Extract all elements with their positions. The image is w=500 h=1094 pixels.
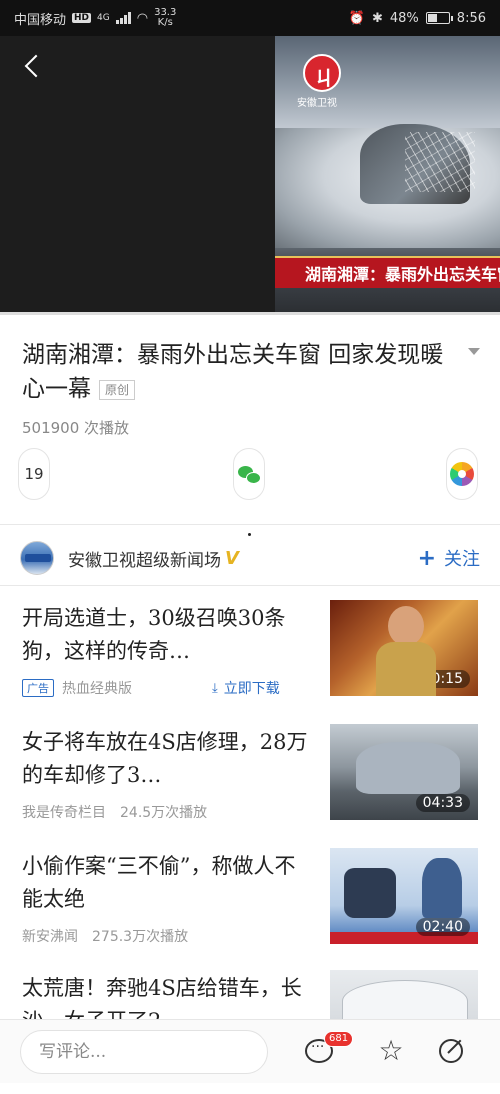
feed-source: 我是传奇栏目 xyxy=(22,805,106,821)
feed-item[interactable]: 小偷作案“三不偷”，称做人不能太绝 新安沸闻 275.3万次播放 02:40 xyxy=(0,848,500,972)
video-progress-bar[interactable] xyxy=(0,312,500,315)
channel-name[interactable]: 安徽卫视超级新闻场 xyxy=(68,546,221,571)
carrier-name: 中国移动 xyxy=(14,12,67,28)
plus-icon: + xyxy=(417,545,436,571)
feed-plays: 24.5万次播放 xyxy=(120,805,208,821)
feed-thumbnail[interactable]: 04:33 xyxy=(330,724,478,820)
feed-plays: 275.3万次播放 xyxy=(92,929,189,945)
like-count: 19 xyxy=(24,465,44,483)
expand-arrow-icon[interactable] xyxy=(468,348,480,355)
share-wechat-button[interactable] xyxy=(233,448,265,500)
comments-button[interactable]: 681 xyxy=(302,1031,354,1068)
video-duration: 04:33 xyxy=(415,794,470,812)
speed-unit: K/s xyxy=(157,17,173,28)
feed-meta: 广告 热血经典版 xyxy=(22,678,132,698)
broken-glass xyxy=(405,132,475,192)
battery-percent: 48% xyxy=(389,10,419,26)
network-speed: 33.3 K/s xyxy=(154,8,176,28)
network-type: 4G xyxy=(97,13,110,23)
share-button[interactable] xyxy=(436,1034,470,1068)
station-mark: 安徽卫视 xyxy=(297,98,337,109)
alarm-icon: ⏰ xyxy=(348,10,365,26)
feed-thumbnail[interactable]: 02:40 xyxy=(330,848,478,944)
follow-label: 关注 xyxy=(444,549,480,570)
download-button[interactable]: ⤓ 立即下载 xyxy=(212,678,280,698)
video-title: 湖南湘潭：暴雨外出忘关车窗 回家发现暖心一幕 原创 xyxy=(22,338,452,406)
status-bar: 中国移动 HD 4G ◠ 33.3 K/s ⏰ ✱ 48% 8:56 xyxy=(0,0,500,36)
feed-thumbnail[interactable]: 00:15 xyxy=(330,600,478,696)
share-moments-button[interactable] xyxy=(446,448,478,500)
feed-title[interactable]: 开局选道士，30级召唤30条狗，这样的传奇… xyxy=(22,602,312,668)
video-duration: 00:15 xyxy=(415,670,470,688)
comment-count-badge: 681 xyxy=(324,1031,354,1047)
battery-level xyxy=(427,14,438,22)
video-caption: 湖南湘潭：暴雨外出忘关车窗 xyxy=(275,256,500,288)
action-row: 19 xyxy=(0,448,500,504)
comment-input[interactable] xyxy=(20,1030,268,1074)
download-label: 立即下载 xyxy=(223,681,280,697)
clock: 8:56 xyxy=(456,10,486,26)
favorite-star-icon[interactable]: ☆ xyxy=(374,1034,408,1068)
original-tag: 原创 xyxy=(99,380,136,400)
verified-badge: V xyxy=(225,547,239,569)
divider xyxy=(0,585,500,586)
feed-meta: 我是传奇栏目 24.5万次播放 xyxy=(22,802,207,822)
moments-icon xyxy=(450,462,474,486)
wechat-icon xyxy=(238,464,261,484)
channel-row[interactable]: 安徽卫视超级新闻场 V + 关注 xyxy=(0,532,500,584)
station-logo-icon: ㄐ xyxy=(303,54,341,92)
feed-title[interactable]: 小偷作案“三不偷”，称做人不能太绝 xyxy=(22,850,312,916)
feed-item[interactable]: 女子将车放在4S店修理，28万的车却修了3… 我是传奇栏目 24.5万次播放 0… xyxy=(0,724,500,848)
channel-avatar[interactable] xyxy=(20,541,54,575)
signal-icon xyxy=(115,12,131,24)
like-button[interactable]: 19 xyxy=(18,448,50,500)
feed-source: 新安沸闻 xyxy=(22,929,78,945)
play-count: 501900 次播放 xyxy=(22,419,130,437)
video-frame: ㄐ 安徽卫视 湖南湘潭：暴雨外出忘关车窗 xyxy=(275,36,500,312)
video-player[interactable]: ㄐ 安徽卫视 湖南湘潭：暴雨外出忘关车窗 xyxy=(0,36,500,312)
bottom-bar: 681 ☆ xyxy=(0,1019,500,1083)
divider xyxy=(0,524,500,525)
bluetooth-icon: ✱ xyxy=(371,10,383,26)
hd-badge: HD xyxy=(72,13,92,23)
download-icon: ⤓ xyxy=(212,680,218,696)
follow-button[interactable]: + 关注 xyxy=(418,545,480,571)
feed-meta: 新安沸闻 275.3万次播放 xyxy=(22,926,188,946)
battery-icon xyxy=(425,12,453,24)
video-duration: 02:40 xyxy=(415,918,470,936)
video-title-text: 湖南湘潭：暴雨外出忘关车窗 回家发现暖心一幕 xyxy=(22,342,444,402)
ad-badge: 广告 xyxy=(22,679,54,697)
feed-item-ad[interactable]: 开局选道士，30级召唤30条狗，这样的传奇… 广告 热血经典版 ⤓ 立即下载 0… xyxy=(0,600,500,724)
wifi-icon: ◠ xyxy=(136,10,149,26)
back-button[interactable] xyxy=(18,50,48,80)
feed-source: 热血经典版 xyxy=(62,681,132,697)
feed-title[interactable]: 女子将车放在4S店修理，28万的车却修了3… xyxy=(22,726,312,792)
